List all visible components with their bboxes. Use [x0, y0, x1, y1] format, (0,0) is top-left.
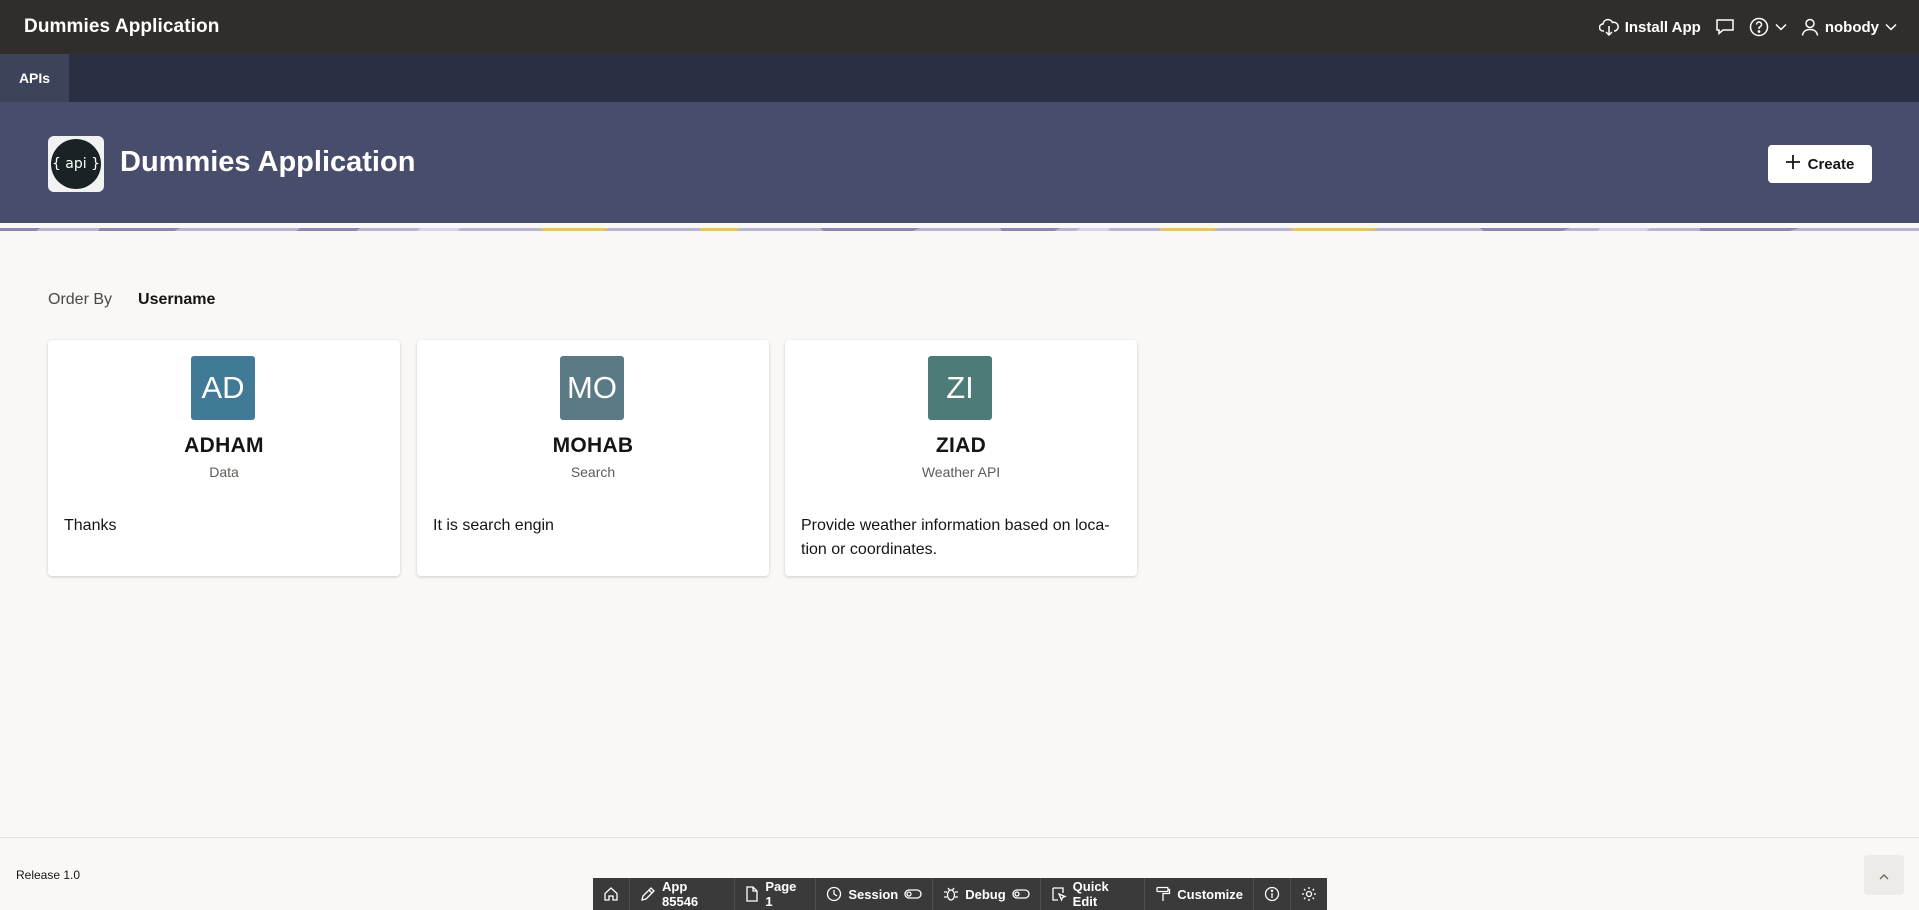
dev-info-button[interactable] — [1254, 878, 1291, 910]
api-card[interactable]: AD ADHAM Data Thanks — [48, 340, 400, 576]
order-by-select[interactable]: Username — [138, 291, 215, 309]
release-label: Release 1.0 — [16, 868, 81, 882]
user-name: nobody — [1824, 18, 1879, 36]
scroll-to-top-button[interactable] — [1864, 855, 1904, 895]
card-title: ZIAD — [935, 434, 987, 457]
hero-region: { api } Dummies Application Create — [0, 102, 1919, 223]
developer-toolbar: App 85546 Page 1 Session Debug Quick Edi… — [593, 878, 1327, 910]
home-icon — [603, 886, 619, 902]
help-circle-icon — [1749, 17, 1769, 37]
gear-icon — [1301, 886, 1317, 902]
help-menu-button[interactable] — [1749, 17, 1787, 37]
bug-icon — [943, 886, 959, 902]
chat-bubble-icon — [1715, 18, 1735, 36]
tab-apis[interactable]: APIs — [0, 54, 69, 102]
user-menu-button[interactable]: nobody — [1801, 18, 1897, 36]
create-button-label: Create — [1807, 155, 1855, 173]
dev-page-button[interactable]: Page 1 — [735, 878, 817, 910]
edit-icon — [640, 886, 656, 902]
card-initials-badge: MO — [560, 356, 624, 420]
order-by-label: Order By — [48, 291, 113, 308]
dev-session-label: Session — [848, 886, 899, 902]
card-subtitle: Weather API — [921, 464, 1001, 480]
toggle-icon — [1012, 889, 1030, 899]
dev-session-button[interactable]: Session — [816, 878, 934, 910]
install-app-button[interactable]: Install App — [1598, 18, 1701, 36]
user-icon — [1801, 18, 1819, 36]
info-icon — [1264, 886, 1280, 902]
paint-roller-icon — [1155, 886, 1171, 902]
dev-debug-button[interactable]: Debug — [933, 878, 1041, 910]
install-app-label: Install App — [1624, 18, 1701, 36]
dev-quick-edit-label: Quick Edit — [1072, 879, 1109, 909]
chevron-down-icon — [1885, 23, 1897, 31]
dev-debug-label: Debug — [965, 886, 1006, 902]
chevron-down-icon — [1775, 23, 1787, 31]
top-navigation-bar: Dummies Application Install App nobody — [0, 0, 1919, 54]
app-logo: { api } — [48, 136, 104, 192]
dev-app-button[interactable]: App 85546 — [630, 878, 736, 910]
order-by-control: Order By Username — [48, 291, 215, 309]
app-title-link[interactable]: Dummies Application — [24, 16, 219, 38]
dev-settings-button[interactable] — [1291, 878, 1327, 910]
feedback-button[interactable] — [1715, 18, 1735, 36]
dev-quick-edit-button[interactable]: Quick Edit — [1041, 878, 1146, 910]
dev-app-label: App 85546 — [662, 879, 699, 909]
api-card[interactable]: MO MOHAB Search It is search engin — [417, 340, 769, 576]
quick-edit-icon — [1051, 886, 1067, 902]
card-subtitle: Search — [570, 464, 616, 480]
session-icon — [826, 886, 842, 902]
card-description: Provide weather information based on loc… — [801, 517, 1110, 558]
cloud-download-icon — [1598, 18, 1619, 36]
page-edit-icon — [745, 886, 759, 902]
card-description: It is search engin — [433, 517, 554, 534]
app-logo-text: { api } — [51, 139, 101, 189]
dev-customize-label: Customize — [1177, 886, 1243, 902]
card-subtitle: Data — [209, 464, 239, 480]
dev-home-button[interactable] — [593, 878, 630, 910]
toggle-icon — [904, 889, 922, 899]
page-title: Dummies Application — [120, 146, 416, 178]
nav-bar-right: Install App nobody — [1598, 17, 1897, 37]
dev-page-label: Page 1 — [765, 879, 797, 909]
card-title: MOHAB — [552, 434, 634, 457]
dev-customize-button[interactable]: Customize — [1145, 878, 1254, 910]
tab-bar: APIs — [0, 54, 1919, 102]
card-initials-badge: ZI — [928, 356, 992, 420]
plus-icon — [1785, 155, 1800, 173]
api-card[interactable]: ZI ZIAD Weather API Provide weather info… — [785, 340, 1137, 576]
hero-pattern-strip — [0, 223, 1919, 231]
footer-divider — [0, 837, 1919, 838]
card-description: Thanks — [64, 517, 117, 534]
create-button[interactable]: Create — [1768, 145, 1872, 183]
card-initials-badge: AD — [191, 356, 255, 420]
card-title: ADHAM — [184, 434, 264, 457]
chevron-up-icon — [1879, 867, 1889, 883]
